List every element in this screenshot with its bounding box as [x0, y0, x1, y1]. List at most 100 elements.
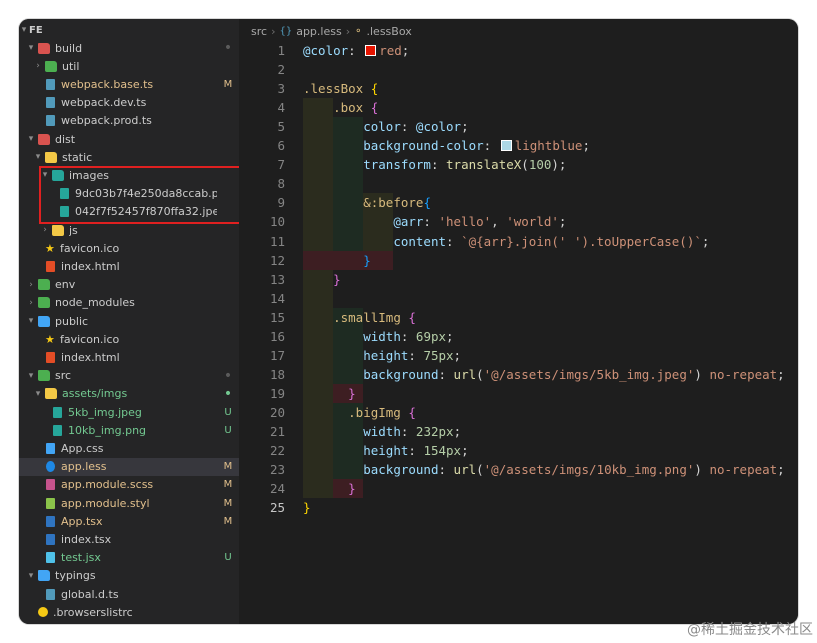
folder-node-modules[interactable]: › node_modules	[19, 294, 239, 312]
code-line[interactable]: background: url('@/assets/imgs/5kb_img.j…	[303, 365, 784, 384]
code-line[interactable]: }	[303, 270, 341, 289]
chevron-right-icon: ›	[29, 279, 33, 290]
chevron-right-icon: ›	[271, 24, 276, 38]
git-status-badge: U	[224, 552, 232, 564]
code-line[interactable]: .bigImg {	[303, 403, 416, 422]
file-app-module-scss[interactable]: app.module.scss M	[19, 476, 239, 494]
chevron-down-icon: ▾	[35, 388, 41, 399]
code-token: );	[551, 157, 567, 173]
tree-item-label: favicon.ico	[60, 241, 120, 255]
file-app-less[interactable]: app.less M	[19, 457, 239, 476]
code-token: )	[694, 462, 710, 478]
folder-static[interactable]: ▾ static	[19, 148, 239, 166]
code-line[interactable]: @color: red;	[303, 41, 409, 60]
folder-util[interactable]: › util	[19, 57, 239, 75]
folder-dist[interactable]: ▾ dist	[19, 130, 239, 148]
line-number: 2	[277, 62, 285, 78]
file-favicon[interactable]: ★ favicon.ico	[19, 239, 239, 257]
code-line[interactable]: @arr: 'hello', 'world';	[303, 212, 566, 231]
code-token: 232px	[415, 424, 454, 439]
tree-item-label: js	[69, 223, 78, 237]
line-number: 19	[269, 385, 285, 401]
folder-icon	[38, 370, 50, 382]
tree-item-label: util	[62, 59, 80, 73]
code-line[interactable]: .lessBox {	[303, 79, 378, 98]
code-line[interactable]: .box {	[303, 98, 378, 117]
folder-env[interactable]: › env	[19, 276, 239, 294]
code-token: :	[400, 424, 416, 439]
code-line[interactable]: background: url('@/assets/imgs/10kb_img.…	[303, 460, 784, 479]
folder-typings[interactable]: ▾ typings	[19, 567, 239, 585]
chevron-down-icon: ▾	[21, 25, 27, 35]
folder-src[interactable]: ▾ src •	[19, 367, 239, 385]
folder-assets-imgs[interactable]: ▾ assets/imgs •	[19, 385, 239, 403]
code-token: red	[379, 43, 402, 58]
breadcrumb-file[interactable]: app.less	[296, 25, 342, 38]
tree-item-label: assets/imgs	[62, 387, 128, 401]
breadcrumb-symbol[interactable]: .lessBox	[367, 25, 412, 38]
code-line[interactable]: content: `@{arr}.join(' ').toUpperCase()…	[303, 232, 709, 251]
git-status-badge: M	[223, 461, 233, 473]
line-number: 16	[269, 328, 285, 344]
git-status-badge: M	[223, 515, 233, 527]
code-token: @color	[415, 119, 462, 135]
tree-item-label: test.jsx	[61, 551, 101, 565]
code-token: :	[408, 347, 424, 363]
folder-build[interactable]: ▾ build •	[19, 39, 239, 57]
code-line[interactable]: height: 154px;	[303, 441, 468, 460]
code-token: }	[348, 385, 356, 401]
chevron-right-icon: ›	[345, 24, 351, 38]
line-number: 8	[277, 176, 285, 192]
code-token: url	[453, 366, 477, 382]
code-token: (	[476, 462, 484, 478]
color-swatch-icon[interactable]	[365, 45, 377, 56]
code-line[interactable]: }	[303, 384, 356, 403]
code-line[interactable]: background-color: lightblue;	[303, 136, 590, 155]
color-swatch-icon[interactable]	[500, 140, 512, 152]
folder-icon	[45, 151, 57, 163]
git-status-badge: U	[224, 406, 232, 418]
tree-item-label: 5kb_img.jpeg	[68, 405, 142, 419]
file-10kb-img[interactable]: 10kb_img.png U	[19, 421, 239, 439]
tree-item-label: global.d.ts	[61, 587, 119, 601]
file-app-module-styl[interactable]: app.module.styl M	[19, 494, 239, 512]
code-line[interactable]: width: 232px;	[303, 422, 461, 441]
code-line[interactable]: .smallImg {	[303, 308, 416, 327]
code-line[interactable]: }	[303, 251, 371, 270]
file-public-favicon[interactable]: ★ favicon.ico	[19, 330, 239, 348]
file-webpack-dev[interactable]: webpack.dev.ts	[19, 94, 239, 112]
file-public-index[interactable]: index.html	[19, 348, 239, 366]
folder-public[interactable]: ▾ public	[19, 312, 239, 330]
code-line[interactable]: transform: translateX(100);	[303, 155, 566, 174]
code-line[interactable]: width: 69px;	[303, 327, 453, 346]
tree-item-label: favicon.ico	[60, 332, 120, 346]
code-line[interactable]: &:before{	[303, 193, 431, 212]
code-line[interactable]: color: @color;	[303, 117, 468, 136]
code-line[interactable]: height: 75px;	[303, 346, 461, 365]
code-line[interactable]: }	[303, 498, 311, 517]
code-line[interactable]: }	[303, 479, 356, 498]
code-editor[interactable]: src › {} app.less › ⚬ .lessBox 1 @color: …	[239, 19, 798, 624]
file-index-tsx[interactable]: index.tsx	[19, 530, 239, 548]
tree-item-label: webpack.base.ts	[61, 77, 154, 91]
file-app-css[interactable]: App.css	[19, 439, 239, 457]
file-test-jsx[interactable]: test.jsx U	[19, 549, 239, 567]
explorer-root[interactable]: ▾ FE	[19, 21, 239, 39]
breadcrumb-src[interactable]: src	[251, 25, 267, 38]
explorer-sidebar: ▾ FE ▾ build • › util webpack.base.ts Mwebpack…	[19, 19, 239, 624]
file-webpack-base[interactable]: webpack.base.ts M	[19, 75, 239, 93]
git-status-badge: •	[223, 40, 233, 56]
code-token: :	[430, 157, 447, 173]
file-5kb-img[interactable]: 5kb_img.jpeg U	[19, 403, 239, 421]
file-global-d-ts[interactable]: global.d.ts	[19, 585, 239, 603]
file-browserslistrc[interactable]: .browserslistrc	[19, 603, 239, 621]
file-app-tsx[interactable]: App.tsx M	[19, 512, 239, 530]
file-index-html[interactable]: index.html	[19, 257, 239, 275]
file-webpack-prod[interactable]: webpack.prod.ts	[19, 112, 239, 130]
